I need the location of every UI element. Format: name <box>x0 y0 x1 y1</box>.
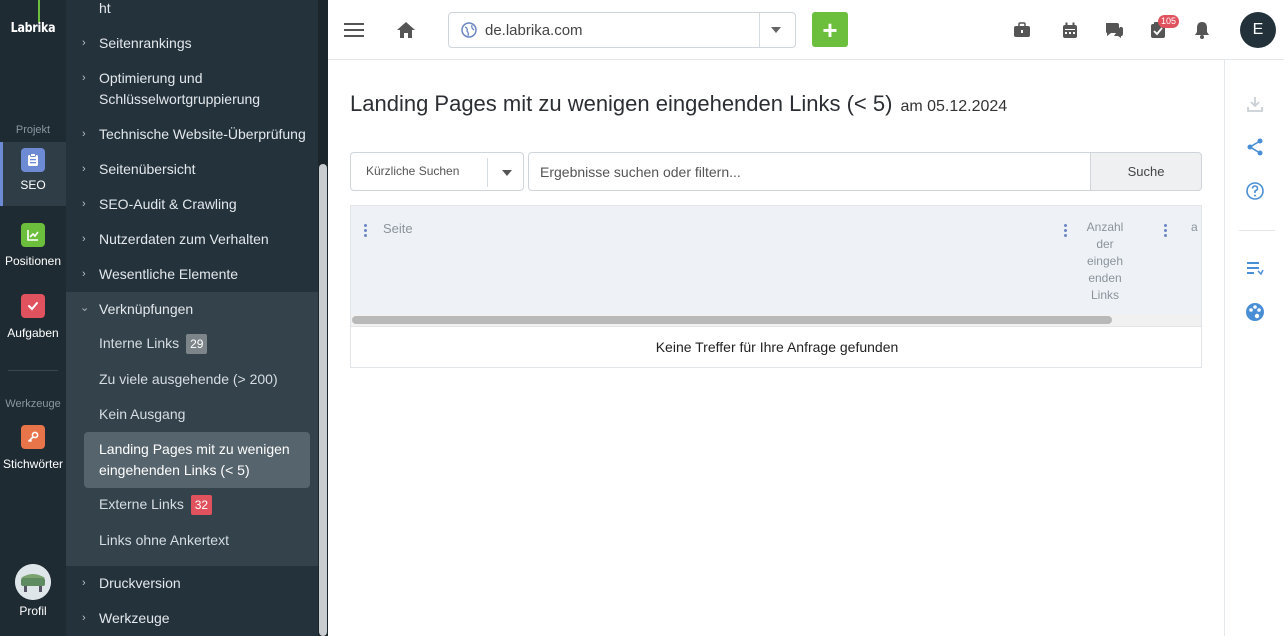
key-icon <box>21 425 45 449</box>
table-horizontal-scrollbar[interactable] <box>351 314 1201 326</box>
sidebar-item-label: Seitenübersicht <box>99 161 196 177</box>
chevron-right-icon: › <box>82 72 86 84</box>
app-logo[interactable]: Labrika <box>5 21 61 36</box>
search-input[interactable] <box>528 152 1091 191</box>
count-badge: 29 <box>186 334 208 355</box>
rail-divider <box>8 370 58 371</box>
search-button[interactable]: Suche <box>1090 152 1202 191</box>
rail-item-label: SEO <box>20 178 46 192</box>
calendar-icon[interactable] <box>1056 16 1084 44</box>
sidebar-item-label: Technische Website-Überprüfung <box>99 126 306 142</box>
chevron-right-icon: › <box>82 577 86 589</box>
sidebar-item-label: Externe Links <box>99 496 184 512</box>
sidebar-item-label: Landing Pages mit zu wenigen eingehenden… <box>99 441 290 478</box>
sidebar-item-label: Werkzeuge <box>99 610 170 626</box>
globe-icon <box>461 22 477 43</box>
chevron-down-icon[interactable] <box>771 27 781 33</box>
column-menu-icon[interactable] <box>1164 224 1168 237</box>
chevron-right-icon: › <box>82 37 86 49</box>
right-action-rail <box>1224 60 1284 636</box>
recent-searches-label: Kürzliche Suchen <box>366 164 460 178</box>
chevron-right-icon: › <box>82 612 86 624</box>
empty-state-message: Keine Treffer für Ihre Anfrage gefunden <box>351 326 1201 367</box>
app-rail: Labrika Projekt SEO Positionen Aufgaben … <box>0 0 66 636</box>
bell-icon[interactable] <box>1188 16 1216 44</box>
chevron-right-icon: › <box>82 233 86 245</box>
list-icon[interactable] <box>1243 256 1267 280</box>
sidebar-item-label: Nutzerdaten zum Verhalten <box>99 231 269 247</box>
section-label-project: Projekt <box>15 124 51 136</box>
tasks-count-badge: 105 <box>1158 15 1180 28</box>
rail-item-positionen[interactable]: Positionen <box>0 216 66 280</box>
sidebar-item-label: Wesentliche Elemente <box>99 266 239 282</box>
rail-item-seo[interactable]: SEO <box>0 142 66 206</box>
rail-item-label: Stichwörter <box>2 457 64 471</box>
chevron-down-icon[interactable] <box>502 170 512 176</box>
add-button[interactable]: + <box>812 12 848 47</box>
column-menu-icon[interactable] <box>1064 224 1068 237</box>
results-table: Seite Anzahl der eingeh enden Links a Ke… <box>350 205 1202 368</box>
chevron-right-icon: › <box>82 128 86 140</box>
project-domain-select[interactable]: de.labrika.com <box>448 12 796 48</box>
hamburger-menu-icon[interactable] <box>340 16 368 44</box>
count-badge: 32 <box>190 495 213 516</box>
column-header-anzahl[interactable]: Anzahl der eingeh enden Links <box>1079 219 1131 304</box>
column-header-seite[interactable]: Seite <box>383 221 413 236</box>
sidebar-nav: ht › Seitenrankings › Optimierung und Schl… <box>66 0 318 636</box>
briefcase-icon[interactable] <box>1008 16 1036 44</box>
recent-searches-select[interactable]: Kürzliche Suchen <box>350 152 524 191</box>
chart-icon <box>21 223 45 247</box>
share-icon[interactable] <box>1243 135 1267 159</box>
sidebar-item-label: Zu viele ausgehende (> 200) <box>99 371 278 387</box>
profile-label[interactable]: Profil <box>0 604 66 618</box>
sidebar-item-label: Seitenrankings <box>99 35 192 51</box>
chevron-right-icon: › <box>82 163 86 175</box>
chevron-right-icon: › <box>82 198 86 210</box>
sidebar-item-label: Kein Ausgang <box>99 406 186 422</box>
download-icon[interactable] <box>1243 92 1267 116</box>
column-header-truncated[interactable]: a <box>1191 219 1198 236</box>
sidebar-item-label: Interne Links <box>99 335 180 351</box>
chevron-down-icon: › <box>78 307 91 312</box>
page-title: Landing Pages mit zu wenigen eingehenden… <box>350 91 1008 116</box>
top-bar: de.labrika.com + 105 E <box>328 0 1284 60</box>
palette-icon[interactable] <box>1243 300 1267 324</box>
help-icon[interactable] <box>1243 179 1267 203</box>
sidebar-item-label: Verknüpfungen <box>99 301 194 317</box>
column-menu-icon[interactable] <box>364 224 368 237</box>
sidebar-item-label: Links ohne Ankertext <box>99 532 229 548</box>
home-icon[interactable] <box>392 16 420 44</box>
rail-item-label: Positionen <box>4 254 62 268</box>
check-icon <box>21 294 45 318</box>
chat-icon[interactable] <box>1100 16 1128 44</box>
table-header: Seite Anzahl der eingeh enden Links a <box>351 206 1201 314</box>
table-scrollbar-thumb[interactable] <box>352 316 1112 324</box>
chevron-right-icon: › <box>82 268 86 280</box>
report-date: am 05.12.2024 <box>900 98 1008 115</box>
section-label-tools: Werkzeuge <box>5 398 61 410</box>
sidebar-scrollbar-thumb[interactable] <box>319 164 327 636</box>
sidebar-item-label: SEO-Audit & Crawling <box>99 196 237 212</box>
sidebar-item-label: Optimierung und Schlüsselwortgruppierung <box>99 70 261 107</box>
clipboard-icon <box>21 148 45 172</box>
domain-value: de.labrika.com <box>485 22 583 39</box>
rail-item-aufgaben[interactable]: Aufgaben <box>0 288 66 352</box>
sidebar-item-label: Druckversion <box>99 575 181 591</box>
rail-item-label: Aufgaben <box>7 326 59 340</box>
brand-accent-line <box>38 0 40 22</box>
profile-avatar[interactable] <box>15 564 51 600</box>
rail-item-stichwoerter[interactable]: Stichwörter <box>0 418 66 482</box>
user-avatar[interactable]: E <box>1240 12 1276 48</box>
sidebar-scrollbar[interactable] <box>318 0 328 636</box>
